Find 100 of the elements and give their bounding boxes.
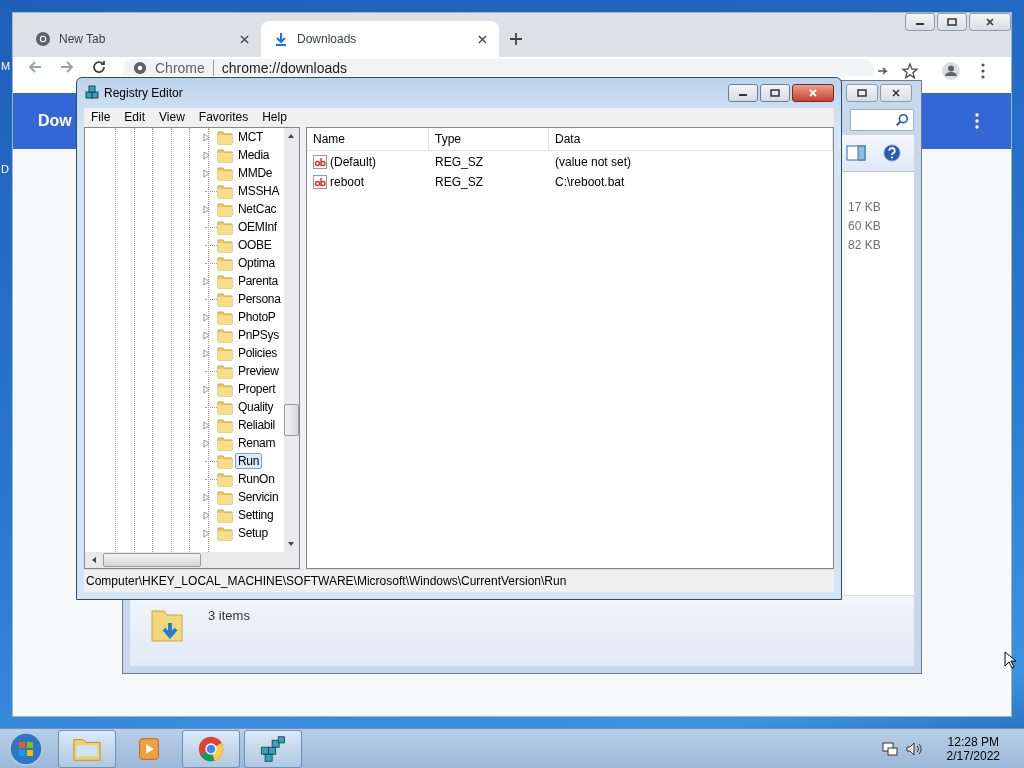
expand-icon[interactable] [203, 510, 210, 520]
maximize-icon [770, 89, 780, 97]
close-button[interactable] [880, 84, 912, 102]
registry-key[interactable]: MSSHA [235, 183, 283, 199]
close-icon [985, 18, 995, 26]
registry-key[interactable]: Setting [235, 507, 277, 523]
menu-item[interactable]: File [91, 110, 111, 124]
registry-key[interactable]: Optima [235, 255, 278, 271]
desktop-icon-label[interactable]: M [1, 60, 11, 72]
registry-key[interactable]: Propert [235, 381, 279, 397]
close-icon [808, 89, 818, 97]
expand-icon[interactable] [203, 132, 210, 142]
minimize-button[interactable] [728, 84, 758, 102]
expand-icon[interactable] [203, 528, 210, 538]
forward-icon[interactable] [59, 59, 75, 75]
folder-icon [217, 363, 233, 379]
start-button[interactable] [8, 730, 44, 767]
maximize-icon [857, 89, 867, 97]
page-title: Dow [38, 112, 72, 130]
item-count: 3 items [208, 608, 250, 623]
expand-icon[interactable] [203, 348, 210, 358]
expand-icon[interactable] [203, 276, 210, 286]
menu-item[interactable]: Edit [124, 110, 146, 124]
registry-key[interactable]: OEMInf [235, 219, 280, 235]
reload-icon[interactable] [91, 59, 107, 75]
value-name[interactable]: reboot [330, 174, 365, 189]
expand-icon[interactable] [203, 204, 210, 214]
minimize-button[interactable] [905, 13, 935, 31]
registry-key[interactable]: Servicin [235, 489, 282, 505]
expand-icon[interactable] [203, 384, 210, 394]
desktop-icon-label[interactable]: D [1, 163, 9, 175]
registry-key[interactable]: Setup [235, 525, 271, 541]
registry-key[interactable]: PhotoP [235, 309, 279, 325]
expand-icon[interactable] [203, 168, 210, 178]
help-icon[interactable] [882, 144, 902, 162]
registry-key[interactable]: MMDe [235, 165, 276, 181]
search-field[interactable] [850, 109, 914, 131]
registry-key[interactable]: Policies [235, 345, 280, 361]
preview-pane-icon[interactable] [846, 144, 866, 162]
scroll-left-icon[interactable] [91, 556, 97, 564]
registry-key[interactable]: OOBE [235, 237, 275, 253]
column-header[interactable]: Name [307, 128, 429, 150]
close-icon [891, 89, 901, 97]
maximize-button[interactable] [846, 84, 878, 102]
scroll-up-icon[interactable] [287, 133, 296, 139]
menu-item[interactable]: Favorites [198, 110, 249, 124]
scroll-thumb[interactable] [103, 553, 201, 567]
more-icon[interactable] [975, 113, 979, 129]
registry-icon [84, 85, 100, 101]
maximize-button[interactable] [760, 84, 790, 102]
column-header[interactable]: Type [429, 128, 549, 150]
maximize-button[interactable] [937, 13, 967, 31]
network-icon[interactable] [880, 739, 899, 758]
address-bar[interactable]: Chrome chrome://downloads [123, 59, 873, 76]
vertical-scrollbar[interactable] [283, 128, 299, 552]
close-button[interactable] [969, 13, 1011, 31]
folder-icon [217, 525, 233, 541]
registry-key[interactable]: Preview [235, 363, 282, 379]
registry-key[interactable]: MCT [235, 129, 267, 145]
registry-key[interactable]: Media [235, 147, 273, 163]
back-icon[interactable] [27, 59, 43, 75]
registry-key[interactable]: Reliabil [235, 417, 278, 433]
expand-icon[interactable] [203, 312, 210, 322]
registry-key[interactable]: Quality [235, 399, 277, 415]
folder-icon [217, 399, 233, 415]
expand-icon[interactable] [203, 492, 210, 502]
expand-icon[interactable] [203, 438, 210, 448]
registry-key[interactable]: Parenta [235, 273, 281, 289]
scroll-thumb[interactable] [283, 404, 299, 436]
scroll-down-icon[interactable] [287, 541, 296, 547]
registry-key[interactable]: Renam [235, 435, 279, 451]
close-button[interactable] [792, 84, 834, 102]
clock-time[interactable]: 12:28 PM [947, 734, 999, 749]
new-tab-icon[interactable] [509, 32, 523, 46]
close-icon[interactable] [478, 34, 487, 44]
registry-key[interactable]: NetCac [235, 201, 280, 217]
file-size: 17 KB [848, 200, 881, 214]
value-name[interactable]: (Default) [330, 154, 376, 169]
explorer-taskbar-button[interactable] [58, 729, 116, 768]
string-value-icon [313, 174, 327, 189]
registry-key[interactable]: Run [235, 453, 263, 469]
close-icon[interactable] [240, 34, 249, 44]
expand-icon[interactable] [203, 330, 210, 340]
registry-key[interactable]: Persona [235, 291, 284, 307]
horizontal-scrollbar[interactable] [85, 552, 299, 568]
browser-tab[interactable]: Downloads [261, 21, 499, 57]
menu-item[interactable]: Help [262, 110, 287, 124]
registry-key[interactable]: PnPSys [235, 327, 282, 343]
folder-icon [217, 201, 233, 217]
chrome-taskbar-button[interactable] [182, 729, 240, 768]
expand-icon[interactable] [203, 420, 210, 430]
browser-tab[interactable]: New Tab [23, 21, 261, 57]
menu-item[interactable]: View [159, 110, 185, 124]
column-header[interactable]: Data [549, 128, 833, 150]
expand-icon[interactable] [203, 150, 210, 160]
folder-icon [217, 489, 233, 505]
registry-taskbar-button[interactable] [244, 729, 302, 768]
registry-key[interactable]: RunOn [235, 471, 278, 487]
file-size: 60 KB [848, 219, 881, 233]
clock-date[interactable]: 2/17/2022 [946, 748, 1000, 763]
